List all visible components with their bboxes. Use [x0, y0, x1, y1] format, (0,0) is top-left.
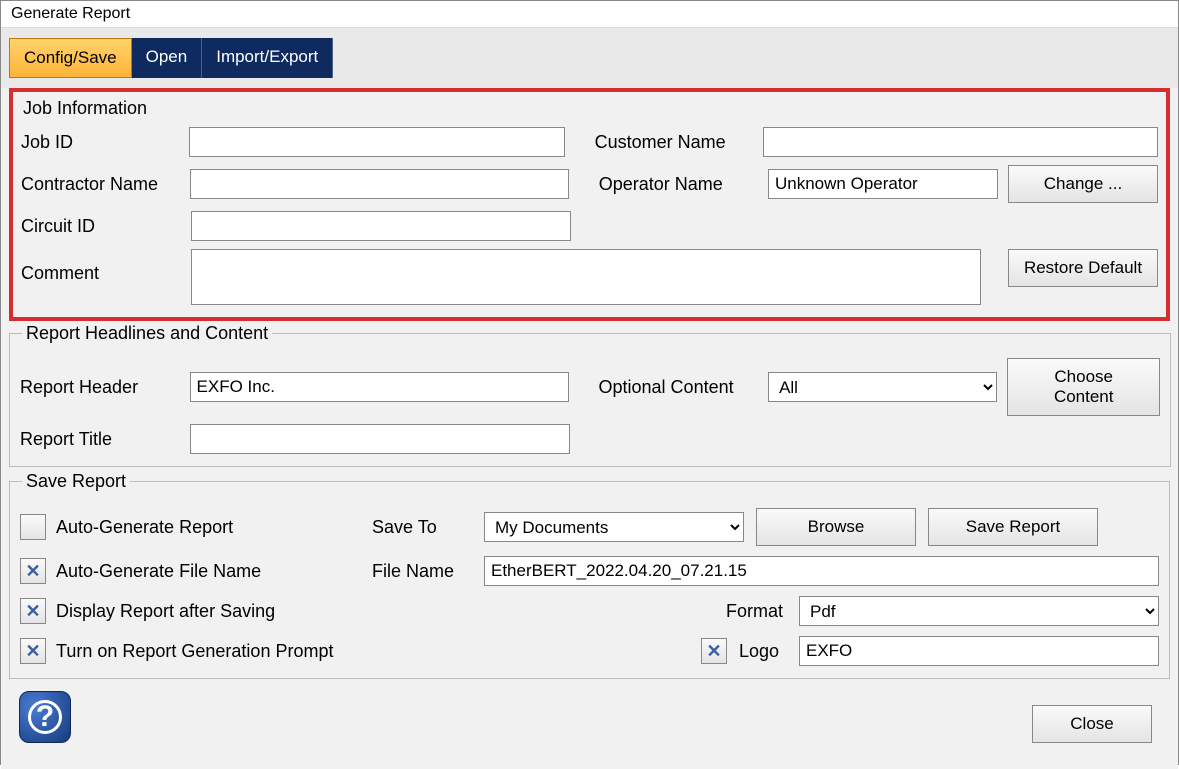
auto-generate-report-label: Auto-Generate Report	[56, 517, 233, 538]
format-select[interactable]: Pdf	[799, 596, 1159, 626]
footer: ? Close	[9, 681, 1170, 761]
report-title-label: Report Title	[20, 429, 180, 450]
customer-name-label: Customer Name	[595, 132, 753, 153]
logo-label: Logo	[739, 641, 787, 662]
display-after-save-label: Display Report after Saving	[56, 601, 275, 622]
save-report-button[interactable]: Save Report	[928, 508, 1098, 546]
logo-checkbox[interactable]: ✕	[701, 638, 727, 664]
generate-report-window: Generate Report Config/Save Open Import/…	[0, 0, 1179, 765]
change-operator-button[interactable]: Change ...	[1008, 165, 1158, 203]
job-information-group: Job Information Job ID Customer Name Con…	[9, 88, 1170, 321]
report-header-label: Report Header	[20, 377, 180, 398]
comment-textarea[interactable]	[191, 249, 981, 305]
job-id-label: Job ID	[21, 132, 179, 153]
contractor-name-label: Contractor Name	[21, 174, 180, 195]
restore-default-button[interactable]: Restore Default	[1008, 249, 1158, 287]
tab-bar: Config/Save Open Import/Export	[1, 28, 1178, 88]
window-title: Generate Report	[1, 1, 1178, 28]
auto-generate-report-checkbox[interactable]	[20, 514, 46, 540]
customer-name-input[interactable]	[763, 127, 1158, 157]
choose-content-button[interactable]: Choose Content	[1007, 358, 1160, 416]
format-label: Format	[703, 601, 783, 622]
report-header-input[interactable]	[190, 372, 569, 402]
tab-import-export[interactable]: Import/Export	[202, 38, 333, 78]
job-id-input[interactable]	[189, 127, 565, 157]
x-icon: ✕	[25, 602, 40, 620]
help-icon[interactable]: ?	[19, 691, 71, 743]
save-report-group: Save Report Auto-Generate Report Save To…	[9, 471, 1170, 679]
close-button[interactable]: Close	[1032, 705, 1152, 743]
x-icon: ✕	[25, 562, 40, 580]
circuit-id-label: Circuit ID	[21, 216, 181, 237]
optional-content-select[interactable]: All	[768, 372, 997, 402]
job-information-legend: Job Information	[23, 98, 1158, 119]
file-name-label: File Name	[372, 561, 472, 582]
file-name-input[interactable]	[484, 556, 1159, 586]
comment-label: Comment	[21, 249, 181, 284]
x-icon: ✕	[706, 642, 721, 660]
content-area: Job Information Job ID Customer Name Con…	[1, 88, 1178, 769]
save-report-legend: Save Report	[22, 471, 130, 492]
report-title-input[interactable]	[190, 424, 570, 454]
optional-content-label: Optional Content	[599, 377, 759, 398]
display-after-save-checkbox[interactable]: ✕	[20, 598, 46, 624]
auto-generate-filename-label: Auto-Generate File Name	[56, 561, 261, 582]
report-headlines-group: Report Headlines and Content Report Head…	[9, 323, 1171, 467]
contractor-name-input[interactable]	[190, 169, 568, 199]
tab-open[interactable]: Open	[132, 38, 203, 78]
x-icon: ✕	[25, 642, 40, 660]
operator-name-display	[768, 169, 998, 199]
browse-button[interactable]: Browse	[756, 508, 916, 546]
logo-input[interactable]	[799, 636, 1159, 666]
report-prompt-label: Turn on Report Generation Prompt	[56, 641, 333, 662]
save-to-select[interactable]: My Documents	[484, 512, 744, 542]
report-headlines-legend: Report Headlines and Content	[22, 323, 272, 344]
operator-name-label: Operator Name	[599, 174, 758, 195]
question-mark-icon: ?	[28, 700, 62, 734]
report-prompt-checkbox[interactable]: ✕	[20, 638, 46, 664]
tab-config-save[interactable]: Config/Save	[9, 38, 132, 78]
circuit-id-input[interactable]	[191, 211, 571, 241]
auto-generate-filename-checkbox[interactable]: ✕	[20, 558, 46, 584]
save-to-label: Save To	[372, 517, 472, 538]
